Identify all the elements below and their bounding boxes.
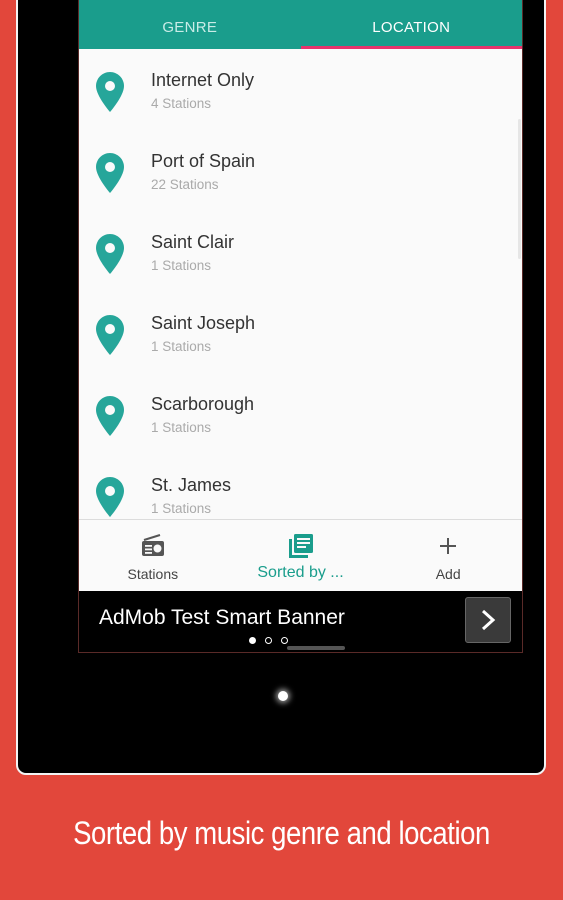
tab-location[interactable]: LOCATION: [300, 0, 523, 49]
nav-add[interactable]: Add: [374, 520, 522, 592]
location-pin-icon: [96, 72, 124, 112]
nav-stations[interactable]: Stations: [79, 520, 227, 592]
list-icon: [288, 534, 313, 558]
page-dot: [281, 637, 288, 644]
home-button[interactable]: [278, 691, 288, 701]
radio-icon: [141, 534, 164, 556]
list-item[interactable]: Internet Only 4 Stations: [79, 49, 522, 130]
location-list[interactable]: Internet Only 4 Stations Port of Spain 2…: [79, 49, 522, 519]
nav-add-label: Add: [435, 566, 461, 582]
location-pin-icon: [96, 153, 124, 193]
station-count: 1 Stations: [151, 258, 212, 273]
nav-sorted-by-label: Sorted by ...: [257, 564, 344, 581]
station-count: 4 Stations: [151, 96, 212, 111]
page-dot: [265, 637, 272, 644]
tab-genre-label: GENRE: [162, 19, 218, 36]
tablet-frame: GENRE LOCATION Internet Only 4 Stations: [16, 0, 546, 775]
list-item[interactable]: Saint Clair 1 Stations: [79, 211, 522, 292]
location-name: Port of Spain: [151, 151, 256, 171]
ad-next-button[interactable]: [465, 597, 511, 643]
ad-page-indicator: [249, 637, 288, 644]
disc-icon: [178, 0, 202, 2]
ad-banner[interactable]: AdMob Test Smart Banner: [79, 591, 522, 652]
tab-location-label: LOCATION: [372, 19, 451, 36]
list-item[interactable]: Saint Joseph 1 Stations: [79, 292, 522, 373]
location-pin-icon: [96, 477, 124, 517]
tab-genre[interactable]: GENRE: [79, 0, 301, 49]
plus-icon: [440, 538, 457, 554]
nav-sorted-by[interactable]: Sorted by ...: [227, 520, 375, 592]
station-count: 22 Stations: [151, 177, 219, 192]
promo-caption: Sorted by music genre and location: [73, 815, 490, 851]
list-item[interactable]: Scarborough 1 Stations: [79, 373, 522, 454]
location-name: Internet Only: [151, 70, 255, 90]
location-pin-icon: [96, 234, 124, 274]
location-pin-icon: [96, 396, 124, 436]
chevron-right-icon: [481, 609, 496, 631]
list-item[interactable]: Port of Spain 22 Stations: [79, 130, 522, 211]
tab-bar: GENRE LOCATION: [79, 0, 522, 49]
ad-text: AdMob Test Smart Banner: [99, 606, 345, 629]
page-dot: [249, 637, 256, 644]
location-name: St. James: [151, 475, 232, 495]
location-name: Saint Clair: [151, 232, 235, 252]
location-name: Scarborough: [151, 394, 255, 414]
app-screen: GENRE LOCATION Internet Only 4 Stations: [78, 0, 523, 653]
list-item[interactable]: St. James 1 Stations: [79, 454, 522, 519]
bottom-navigation: Stations Sorted by ... Add: [79, 519, 522, 592]
station-count: 1 Stations: [151, 420, 212, 435]
station-count: 1 Stations: [151, 501, 212, 516]
location-pin-icon: [399, 0, 423, 2]
location-pin-icon: [96, 315, 124, 355]
station-count: 1 Stations: [151, 339, 212, 354]
location-name: Saint Joseph: [151, 313, 256, 333]
ad-progress-bar: [287, 646, 345, 650]
nav-stations-label: Stations: [127, 566, 179, 582]
